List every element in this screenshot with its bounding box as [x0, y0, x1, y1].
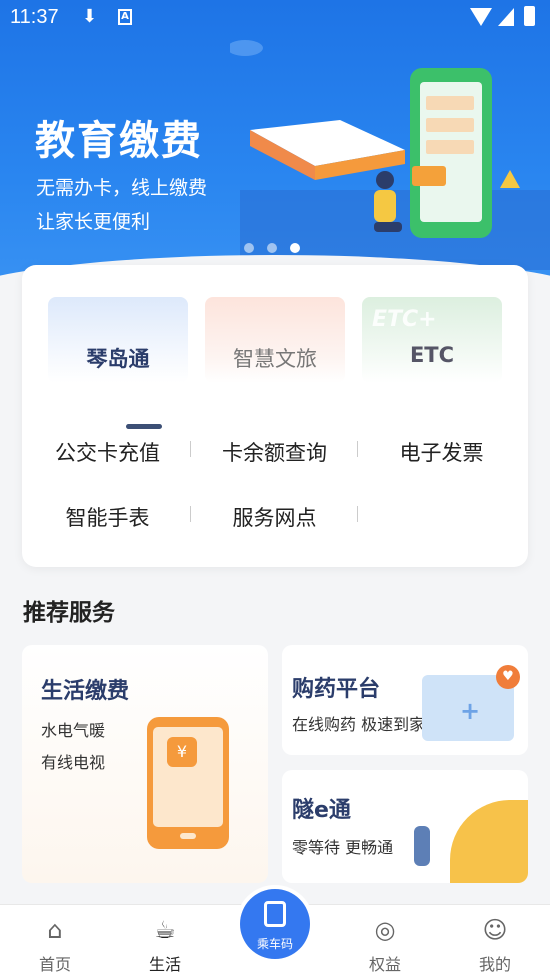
service-card-balance[interactable]: 卡余额查询: [191, 437, 358, 467]
card-title: 生活缴费: [41, 679, 130, 704]
tab-label: 琴岛通: [86, 347, 150, 371]
card-desc-2: 有线电视: [41, 753, 106, 772]
medal-icon: ◎: [374, 916, 396, 944]
banner-subtitle-2: 让家长更便利: [36, 211, 151, 233]
road-icon: [450, 800, 528, 883]
card-service-panel: 琴岛通 智慧文旅 ETC+ ETC 公交卡充值 卡余额查询 电子发票 智能手表 …: [22, 265, 528, 567]
card-desc: 水电气暖: [41, 721, 106, 740]
section-title-recommend: 推荐服务: [23, 600, 115, 626]
yen-icon: ¥: [167, 737, 197, 767]
status-bar: 11:37 ⬇ A: [0, 0, 550, 38]
tab-label: ETC: [409, 343, 455, 367]
pagination-dot[interactable]: [244, 243, 254, 253]
tab-etc[interactable]: ETC+ ETC: [362, 297, 502, 383]
battery-icon: [524, 6, 535, 26]
service-smart-watch[interactable]: 智能手表: [24, 502, 191, 532]
nav-label: 生活: [148, 955, 181, 974]
card-title: 隧e通: [292, 798, 351, 823]
nav-label: 首页: [38, 955, 71, 974]
card-title: 购药平台: [292, 677, 381, 702]
service-bus-card-recharge[interactable]: 公交卡充值: [24, 437, 191, 467]
card-tunnel-pass[interactable]: 隧e通 零等待 更畅通: [282, 770, 528, 883]
nav-label: 我的: [478, 955, 511, 974]
pagination-dot-active[interactable]: [290, 243, 300, 253]
status-time: 11:37: [10, 6, 59, 28]
cup-icon: ☕: [154, 916, 176, 944]
service-e-invoice[interactable]: 电子发票: [358, 437, 525, 467]
signal-icon: [498, 8, 514, 26]
nav-life[interactable]: ☕ 生活: [110, 905, 220, 979]
tab-active-indicator: [126, 424, 162, 429]
card-desc: 在线购药 极速到家: [292, 715, 426, 734]
banner-title: 教育缴费: [35, 118, 203, 164]
wifi-icon: [470, 8, 492, 26]
user-icon: ☺: [482, 916, 508, 944]
etc-watermark-icon: ETC+: [372, 307, 437, 332]
card-life-payment[interactable]: 生活缴费 水电气暖 有线电视 ¥: [22, 645, 268, 883]
traffic-light-icon: [414, 826, 430, 866]
pagination-dot[interactable]: [267, 243, 277, 253]
card-desc: 零等待 更畅通: [292, 838, 394, 857]
tab-label: 智慧文旅: [233, 347, 317, 371]
nav-label: 乘车码: [256, 937, 293, 951]
heart-icon: ♥: [496, 665, 520, 689]
ride-code-button[interactable]: 乘车码: [240, 889, 310, 959]
nav-benefits[interactable]: ◎ 权益: [330, 905, 440, 979]
banner-illustration: [230, 40, 550, 270]
phone-illustration-icon: ¥: [147, 717, 229, 849]
divider: [357, 506, 358, 522]
card-medicine-platform[interactable]: 购药平台 在线购药 极速到家 + ♥: [282, 645, 528, 755]
tab-smart-tourism[interactable]: 智慧文旅: [205, 297, 345, 383]
download-icon: ⬇: [82, 6, 98, 27]
nav-home[interactable]: ⌂ 首页: [0, 905, 110, 979]
nav-label: 权益: [368, 955, 401, 974]
service-outlets[interactable]: 服务网点: [191, 502, 358, 532]
promo-banner[interactable]: 11:37 ⬇ A 教育缴费 无需办卡，线上缴费 让家长更便利: [0, 0, 550, 300]
tab-qindaotong[interactable]: 琴岛通: [48, 297, 188, 383]
home-icon: ⌂: [47, 916, 63, 944]
a-icon: A: [118, 9, 132, 25]
bus-code-icon: [264, 901, 286, 927]
nav-mine[interactable]: ☺ 我的: [440, 905, 550, 979]
banner-subtitle: 无需办卡，线上缴费: [36, 177, 208, 199]
